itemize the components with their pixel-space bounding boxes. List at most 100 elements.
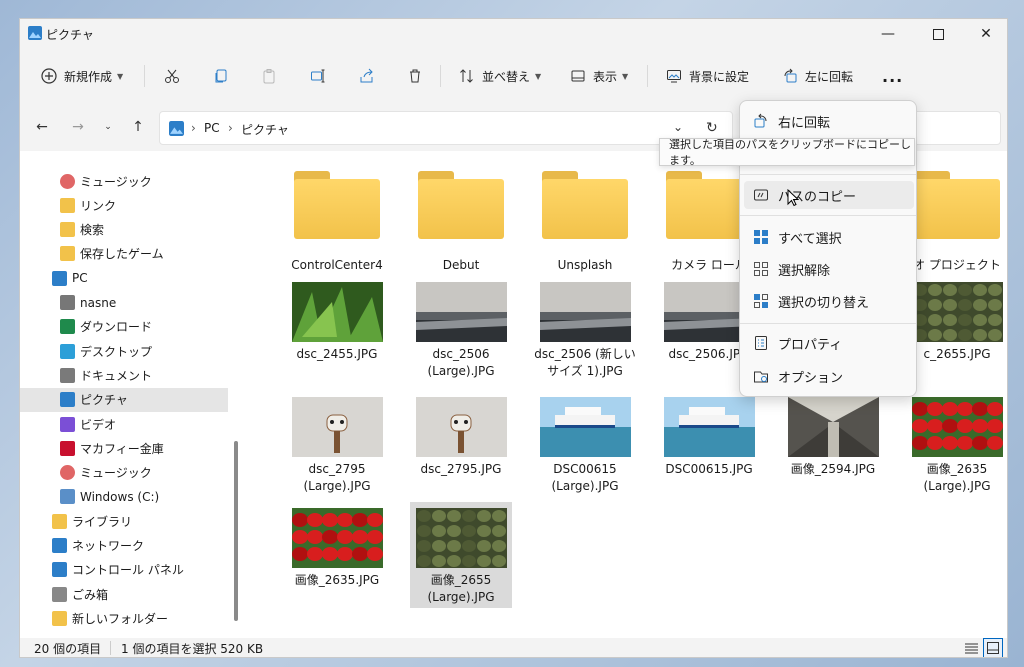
image-file-item[interactable]: DSC00615.JPG: [658, 397, 760, 478]
rotate-right-icon: [752, 112, 770, 130]
image-file-item[interactable]: dsc_2455.JPG: [286, 282, 388, 363]
refresh-button[interactable]: ↻: [706, 120, 718, 136]
maximize-button[interactable]: [915, 19, 961, 49]
breadcrumb-pictures[interactable]: ピクチャ: [241, 121, 289, 138]
sort-button[interactable]: 並べ替え ▼: [458, 63, 541, 89]
menu-copy-path[interactable]: パスのコピー: [744, 181, 914, 209]
minimize-icon: —: [881, 26, 895, 42]
copy-path-icon: [752, 186, 770, 204]
folder-item[interactable]: Debut: [410, 171, 512, 274]
status-divider: [110, 641, 111, 655]
folder-icon: [60, 246, 75, 262]
sidebar-item[interactable]: ミュージック: [20, 461, 228, 485]
mcafee-icon: [60, 440, 75, 456]
sidebar-item[interactable]: ごみ箱: [20, 582, 228, 606]
folder-item[interactable]: Unsplash: [534, 171, 636, 274]
menu-divider: [740, 215, 916, 216]
menu-properties[interactable]: プロパティ: [744, 329, 914, 357]
sidebar-item[interactable]: コントロール パネル: [20, 558, 228, 582]
sidebar-scrollbar[interactable]: [234, 441, 238, 621]
sidebar-item[interactable]: リンク: [20, 193, 228, 217]
sidebar-item[interactable]: 新しいフォルダー: [20, 606, 228, 630]
file-name: DSC00615.JPG: [665, 462, 753, 476]
file-name: 画像_2635 (Large).JPG: [923, 462, 991, 493]
image-file-item[interactable]: dsc_2506 (新しいサイズ 1).JPG: [534, 282, 636, 380]
delete-button[interactable]: [406, 63, 430, 89]
rotate-left-icon: [781, 67, 799, 85]
sidebar-item[interactable]: 検索: [20, 218, 228, 242]
folder-item[interactable]: ControlCenter4: [286, 171, 388, 274]
image-file-item[interactable]: 画像_2655 (Large).JPG: [410, 502, 512, 608]
sidebar-item[interactable]: Windows (C:): [20, 485, 228, 509]
menu-select-all[interactable]: すべて選択: [744, 223, 914, 251]
details-view-button[interactable]: [961, 638, 981, 657]
sidebar-item[interactable]: マカフィー金庫: [20, 436, 228, 460]
image-file-item[interactable]: DSC00615 (Large).JPG: [534, 397, 636, 495]
file-name: dsc_2506 (Large).JPG: [427, 347, 495, 378]
address-bar[interactable]: › PC › ピクチャ ⌄ ↻: [159, 111, 733, 145]
download-icon: [60, 319, 75, 335]
share-button[interactable]: [358, 63, 382, 89]
network-icon: [52, 538, 67, 553]
arrow-up-icon: ↑: [132, 119, 144, 135]
recycle-bin-icon: [52, 586, 67, 602]
back-button[interactable]: ←: [32, 117, 52, 137]
new-button[interactable]: 新規作成 ▼: [40, 63, 123, 89]
sidebar-item[interactable]: ミュージック: [20, 169, 228, 193]
sidebar-item[interactable]: nasne: [20, 291, 228, 315]
sidebar-item-label: Windows (C:): [80, 489, 160, 504]
image-file-item[interactable]: 画像_2594.JPG: [782, 397, 884, 478]
paste-button[interactable]: [260, 63, 284, 89]
breadcrumb-pc[interactable]: PC: [204, 121, 220, 135]
image-file-item[interactable]: 画像_2635 (Large).JPG: [906, 397, 1007, 495]
sidebar-item[interactable]: ビデオ: [20, 412, 228, 436]
copy-button[interactable]: [212, 63, 236, 89]
address-history-button[interactable]: ⌄: [673, 120, 683, 134]
image-thumbnail: [787, 397, 879, 457]
image-file-item[interactable]: dsc_2795 (Large).JPG: [286, 397, 388, 495]
file-name: Unsplash: [557, 258, 613, 272]
more-options-button[interactable]: ...: [882, 63, 903, 89]
forward-button[interactable]: →: [68, 117, 88, 137]
chevron-down-icon: ▼: [535, 71, 542, 81]
sidebar-item-label: 検索: [80, 223, 105, 238]
set-background-button[interactable]: 背景に設定: [665, 63, 749, 89]
sidebar-item[interactable]: ネットワーク: [20, 534, 228, 558]
rotate-left-button[interactable]: 左に回転: [781, 63, 853, 89]
recent-locations-button[interactable]: ⌄: [98, 117, 118, 137]
view-button[interactable]: 表示 ▼: [569, 63, 628, 89]
sidebar-item[interactable]: デスクトップ: [20, 339, 228, 363]
sidebar-item[interactable]: ドキュメント: [20, 363, 228, 387]
menu-rotate-right[interactable]: 右に回転: [744, 107, 914, 135]
close-icon: ✕: [980, 26, 992, 42]
image-file-item[interactable]: c_2655.JPG: [906, 282, 1007, 363]
folder-item[interactable]: オ プロジェクト: [906, 171, 1007, 274]
menu-options[interactable]: オプション: [744, 362, 914, 390]
close-button[interactable]: ✕: [963, 19, 1007, 49]
sidebar-item[interactable]: 保存したゲーム: [20, 242, 228, 266]
sidebar-item-label: ごみ箱: [72, 587, 109, 602]
title-bar: ピクチャ — ✕: [20, 19, 1007, 49]
menu-divider: [740, 323, 916, 324]
tiles-view-button[interactable]: [983, 638, 1003, 657]
sidebar-item[interactable]: PC: [20, 266, 228, 290]
toolbar-divider: [440, 65, 441, 87]
file-name: dsc_2506 (新しいサイズ 1).JPG: [534, 347, 636, 378]
cut-button[interactable]: [163, 63, 187, 89]
image-thumbnail: [911, 282, 1003, 342]
sidebar-item-label: ライブラリ: [72, 514, 133, 529]
sidebar-item-label: ミュージック: [80, 174, 152, 189]
minimize-button[interactable]: —: [865, 19, 911, 49]
sidebar-item[interactable]: ライブラリ: [20, 509, 228, 533]
rename-icon: [309, 67, 327, 85]
up-button[interactable]: ↑: [128, 117, 148, 137]
file-name: 画像_2635.JPG: [294, 573, 380, 587]
sidebar-item[interactable]: ピクチャ: [20, 387, 228, 412]
image-file-item[interactable]: dsc_2506 (Large).JPG: [410, 282, 512, 380]
menu-invert-selection[interactable]: 選択の切り替え: [744, 287, 914, 315]
sidebar-item[interactable]: ダウンロード: [20, 315, 228, 339]
image-file-item[interactable]: 画像_2635.JPG: [286, 508, 388, 589]
menu-select-none[interactable]: 選択解除: [744, 255, 914, 283]
rename-button[interactable]: [309, 63, 333, 89]
image-file-item[interactable]: dsc_2795.JPG: [410, 397, 512, 478]
